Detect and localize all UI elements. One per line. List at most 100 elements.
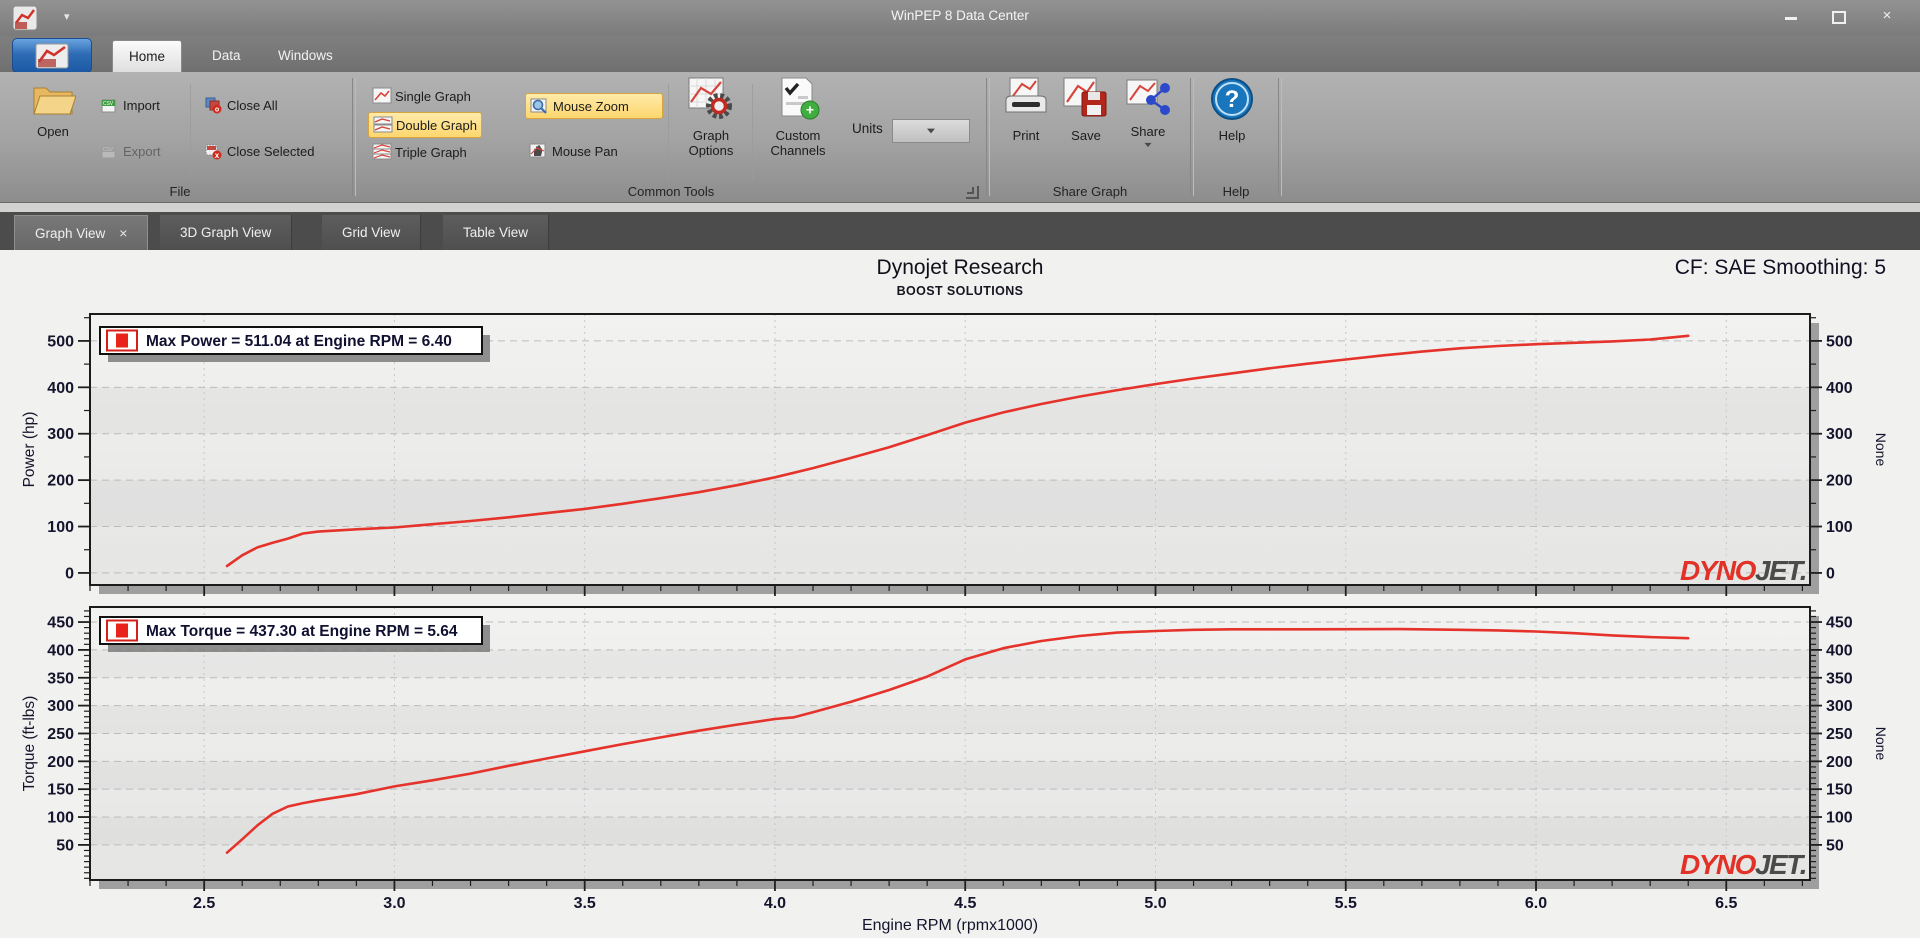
svg-text:150: 150: [1826, 782, 1853, 799]
single-graph-label: Single Graph: [395, 88, 471, 104]
export-button[interactable]: CSV Export: [96, 139, 165, 163]
triple-graph-icon: [372, 143, 392, 161]
svg-text:DYNOJET.: DYNOJET.: [1680, 555, 1806, 586]
close-all-button[interactable]: o Close All: [200, 93, 282, 117]
charts-svg[interactable]: 0 0 100 100 200 200 300 300 400 400 500 500 Power (h…: [0, 250, 1920, 938]
ribbon-tab-home[interactable]: Home: [112, 40, 183, 73]
svg-text:250: 250: [47, 726, 74, 743]
mouse-pan-icon: [529, 142, 547, 160]
tab-graph-view[interactable]: Graph View ×: [14, 215, 149, 251]
custom-channels-label: Custom Channels: [770, 128, 826, 158]
ribbon-tab-row: Home Data Windows: [0, 36, 1920, 103]
share-graph-group-label: Share Graph: [1052, 184, 1128, 199]
tab-grid-view[interactable]: Grid View: [322, 215, 422, 250]
import-icon: CSV: [100, 96, 118, 114]
tab-table-view[interactable]: Table View: [443, 215, 550, 250]
window-title: WinPEP 8 Data Center: [891, 8, 1029, 23]
close-tab-icon[interactable]: ×: [119, 225, 127, 241]
svg-text:6.5: 6.5: [1715, 895, 1737, 912]
svg-text:150: 150: [47, 782, 74, 799]
close-all-label: Close All: [227, 97, 278, 113]
svg-text:200: 200: [47, 473, 74, 490]
triple-graph-button[interactable]: Triple Graph: [368, 140, 471, 164]
close-all-icon: o: [204, 96, 222, 114]
svg-text:Torque (ft-lbs): Torque (ft-lbs): [21, 696, 38, 792]
svg-text:DYNOJET.: DYNOJET.: [1680, 849, 1806, 880]
svg-text:200: 200: [47, 754, 74, 771]
group-divider3: [1190, 78, 1194, 196]
custom-channels-button[interactable]: + Custom Channels: [762, 76, 834, 158]
close-selected-button[interactable]: x Close Selected: [200, 139, 318, 163]
close-button[interactable]: ×: [1872, 6, 1902, 26]
minimize-icon: [1785, 17, 1797, 20]
share-button[interactable]: Share: [1120, 76, 1176, 148]
group-divider2: [986, 78, 990, 196]
triple-graph-label: Triple Graph: [395, 144, 467, 160]
graph-view-label: Graph View: [35, 226, 106, 241]
units-dropdown[interactable]: [892, 119, 970, 143]
common-tools-group-label: Common Tools: [627, 184, 715, 199]
winpep-logo-icon: [35, 43, 69, 68]
svg-text:6.0: 6.0: [1525, 895, 1547, 912]
close-selected-icon: x: [204, 142, 222, 160]
svg-text:400: 400: [47, 642, 74, 659]
svg-text:300: 300: [47, 426, 74, 443]
svg-text:CSV: CSV: [103, 101, 114, 107]
mouse-pan-label: Mouse Pan: [552, 143, 618, 159]
svg-text:?: ?: [1225, 86, 1240, 113]
common-tools-dialog-launcher[interactable]: [966, 186, 979, 199]
tools-subdivider: [668, 84, 669, 180]
open-button[interactable]: Open: [20, 76, 86, 139]
help-button[interactable]: ? Help: [1204, 76, 1260, 143]
units-dropdown-caret-icon: [927, 128, 935, 134]
svg-text:500: 500: [47, 333, 74, 350]
tab-3d-graph-view[interactable]: 3D Graph View: [160, 215, 293, 250]
svg-text:Engine RPM (rpmx1000): Engine RPM (rpmx1000): [862, 917, 1038, 934]
application-menu-button[interactable]: [12, 38, 92, 73]
export-icon: CSV: [100, 142, 118, 160]
save-label: Save: [1071, 128, 1101, 143]
svg-text:100: 100: [47, 519, 74, 536]
graph-options-button[interactable]: Graph Options: [678, 76, 744, 158]
graph-canvas[interactable]: 0 0 100 100 200 200 300 300 400 400 500 500 Power (h…: [0, 250, 1920, 938]
svg-text:450: 450: [1826, 615, 1853, 632]
mouse-zoom-icon: [530, 97, 548, 115]
svg-text:350: 350: [1826, 670, 1853, 687]
help-group-label: Help: [1222, 184, 1250, 199]
file-group-label: File: [169, 184, 191, 199]
svg-text:100: 100: [47, 810, 74, 827]
winpep-window: { "window": {"title": "WinPEP 8 Data Cen…: [0, 0, 1920, 938]
mouse-zoom-label: Mouse Zoom: [553, 98, 629, 114]
svg-text:5.0: 5.0: [1144, 895, 1166, 912]
svg-text:3.0: 3.0: [383, 895, 405, 912]
view-tab-bar: Graph View × 3D Graph View Grid View Tabl…: [0, 212, 1920, 451]
svg-text:+: +: [806, 102, 814, 118]
svg-text:300: 300: [47, 698, 74, 715]
print-icon: [1005, 77, 1047, 113]
tools-subdivider2: [752, 84, 753, 180]
svg-text:Max Power = 511.04 at Engine R: Max Power = 511.04 at Engine RPM = 6.40: [146, 333, 452, 350]
double-graph-button[interactable]: Double Graph: [368, 112, 482, 138]
graph-options-label: Graph Options: [688, 128, 734, 158]
svg-text:50: 50: [56, 837, 74, 854]
ribbon-tab-windows[interactable]: Windows: [262, 40, 349, 72]
save-button[interactable]: Save: [1058, 76, 1114, 143]
svg-text:3.5: 3.5: [574, 895, 596, 912]
mouse-pan-button[interactable]: Mouse Pan: [525, 139, 661, 163]
close-icon: ×: [1882, 7, 1892, 24]
export-label: Export: [123, 143, 161, 159]
print-button[interactable]: Print: [998, 76, 1054, 143]
svg-text:0: 0: [65, 565, 74, 582]
maximize-button[interactable]: [1824, 6, 1854, 26]
ribbon-tab-data[interactable]: Data: [196, 40, 257, 72]
mouse-zoom-button[interactable]: Mouse Zoom: [525, 93, 663, 119]
group-divider: [352, 78, 356, 196]
open-label: Open: [37, 124, 69, 139]
svg-text:200: 200: [1826, 754, 1853, 771]
svg-text:500: 500: [1826, 333, 1853, 350]
single-graph-button[interactable]: Single Graph: [368, 84, 475, 108]
double-graph-icon: [373, 116, 393, 134]
import-button[interactable]: CSV Import: [96, 93, 164, 117]
minimize-button[interactable]: [1776, 6, 1806, 26]
svg-text:0: 0: [1826, 565, 1835, 582]
